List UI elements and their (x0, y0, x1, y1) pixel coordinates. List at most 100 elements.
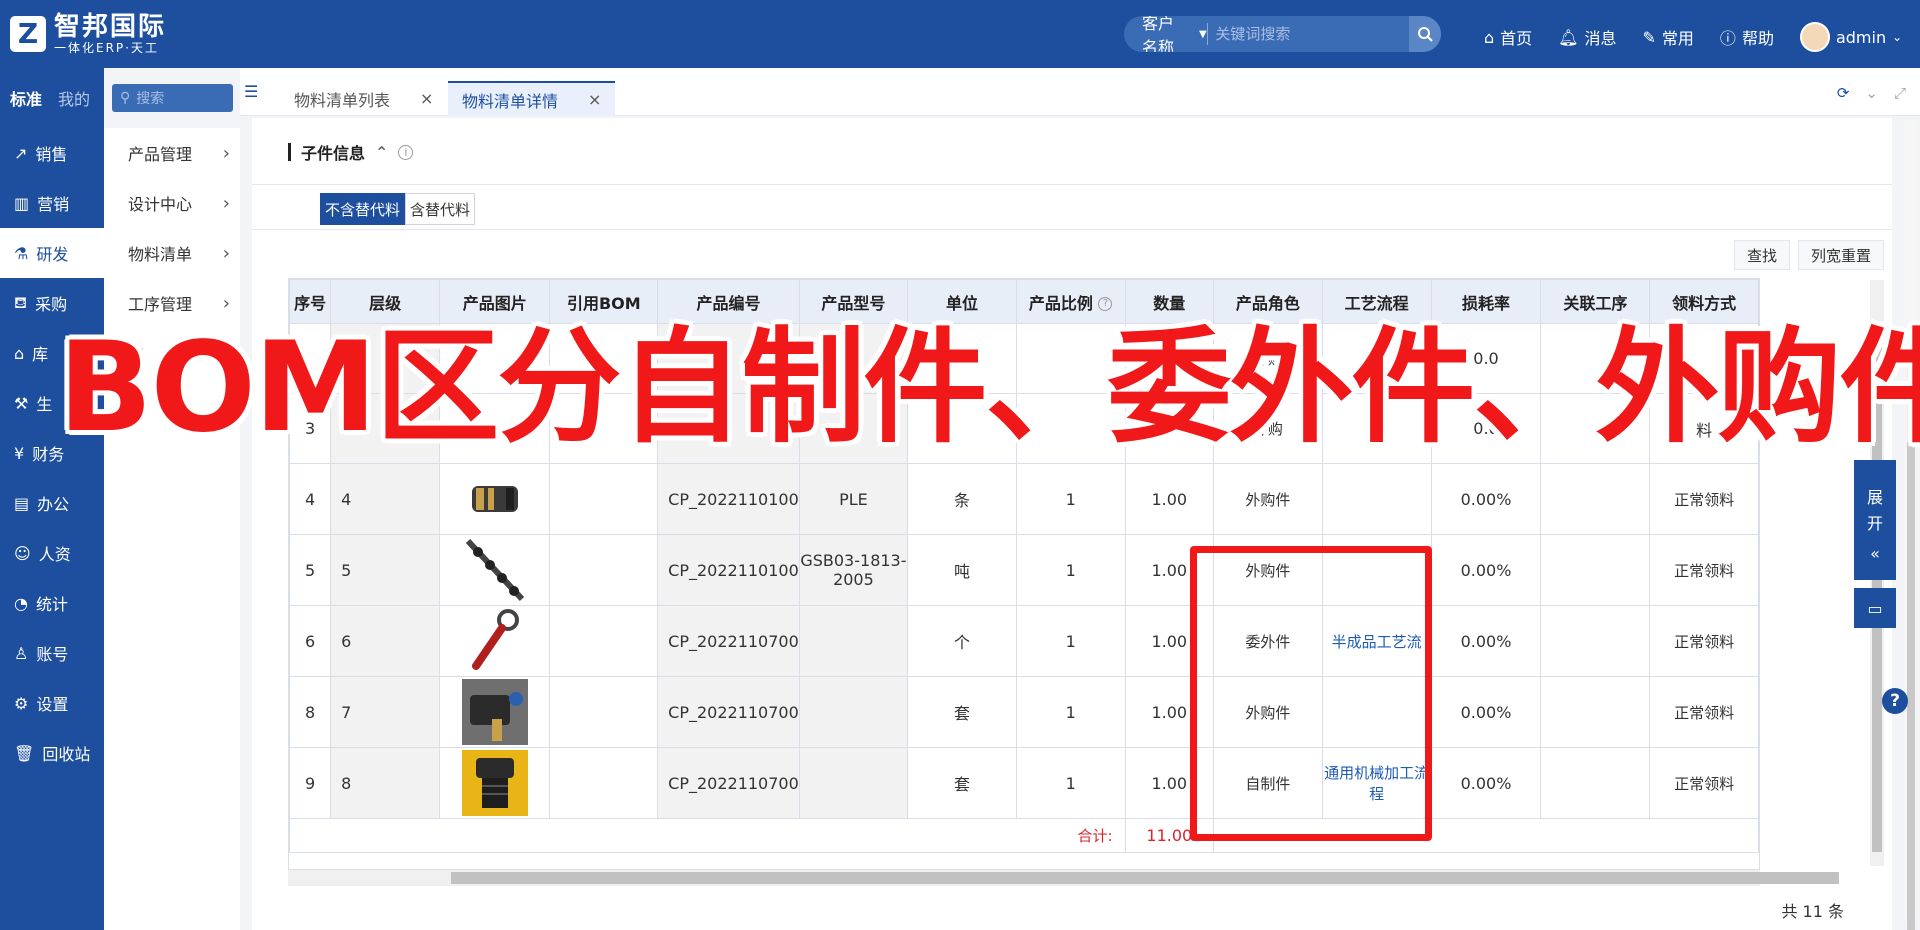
nav-home[interactable]: ⌂ 首页 (1484, 25, 1532, 49)
cell-link (1540, 463, 1651, 535)
table-row[interactable]: 5 5 CP_2022110100 GSB03-1813-2005 吨 1 1.00 外购件 0… (289, 534, 1759, 606)
find-button[interactable]: 查找 (1734, 240, 1791, 270)
pin-icon: ✎ (1642, 27, 1656, 47)
people-icon: ☺ (14, 543, 31, 563)
cell-ratio: 1 (1015, 463, 1126, 535)
flask-icon: ⚗ (14, 243, 29, 263)
chevron-down-icon: ⌄ (1892, 30, 1903, 44)
submenu-item-bom[interactable]: 物料清单 › (104, 228, 240, 278)
user-name: admin (1835, 27, 1887, 47)
product-image[interactable] (461, 750, 528, 816)
sidebar-item-9[interactable]: ◔ 统计 (0, 578, 104, 628)
cell-code: CP_2022110100 (657, 534, 800, 606)
submenu-item-product[interactable]: 产品管理 › (104, 128, 240, 178)
basket-icon: ⛾ (14, 292, 28, 312)
cell-pick: 正常领料 (1649, 605, 1759, 677)
table-row[interactable]: 4 4 CP_2022110100 PLE 条 1 1.00 外购件 0.00% 正常领料 (289, 463, 1759, 535)
tabs-bar: 物料清单列表 × 物料清单详情 × (240, 68, 1920, 116)
cell-seq: 9 (289, 747, 332, 819)
cell-code: CP_2022110700 (657, 676, 800, 748)
sidebar-item-2[interactable]: ⚗ 研发 (0, 228, 104, 278)
cell-unit: 吨 (907, 534, 1017, 606)
table-row[interactable]: 9 8 CP_2022110700 套 1 1.00 自制件 通用机械加工流程 0.00% 正常领… (289, 747, 1759, 819)
help-icon[interactable]: ? (1098, 297, 1113, 311)
nav-favorites[interactable]: ✎ 常用 (1643, 25, 1694, 49)
close-icon[interactable]: × (588, 90, 601, 109)
sidebar-item-12[interactable]: 🗑 回收站 (0, 728, 104, 778)
cell-loss: 0.00% (1430, 463, 1542, 535)
cell-model (798, 747, 909, 819)
search-scope-select[interactable]: 客户名称 ▼ (1124, 16, 1207, 52)
refresh-icon[interactable]: ⟳ (1837, 84, 1850, 102)
sidebar-item-1[interactable]: ▥ 营销 (0, 178, 104, 228)
sidebar-item-label: 回收站 (42, 745, 91, 764)
nav-messages[interactable]: 🔔︎ 消息 (1558, 25, 1616, 49)
sidebar: 标准 我的 ↗ 销售 ▥ 营销 ⚗ 研发 ⛾ 采购 ⌂ 库 ⚒ 生 ¥ 财务 ▤ 办公 ☺ 人资 ◔ 统计 ♙ 账号 ⚙ 设置… (0, 68, 104, 930)
product-image[interactable] (462, 537, 528, 603)
product-image[interactable] (462, 608, 528, 674)
sidebar-item-label: 账号 (36, 645, 69, 664)
chat-button[interactable]: ▭ (1854, 588, 1896, 628)
cell-img (439, 747, 551, 819)
info-icon[interactable]: i (398, 144, 414, 160)
tab-standard[interactable]: 标准 (10, 86, 42, 110)
help-float-button[interactable]: ? (1882, 688, 1908, 714)
sidebar-item-8[interactable]: ☺ 人资 (0, 528, 104, 578)
sidebar-item-10[interactable]: ♙ 账号 (0, 628, 104, 678)
tab-with-substitute[interactable]: 含替代料 (405, 193, 476, 225)
product-image[interactable] (462, 466, 528, 532)
top-nav: ⌂ 首页 🔔︎ 消息 ✎ 常用 ⓘ 帮助 admin ⌄ (1484, 22, 1902, 52)
logo-mark: Z (10, 16, 46, 52)
sidebar-search[interactable]: ⚲ 搜索 (112, 84, 233, 112)
cell-unit: 套 (907, 747, 1017, 819)
sidebar-item-label: 设置 (36, 695, 69, 714)
tab-no-substitute[interactable]: 不含替代料 (320, 193, 406, 225)
tab-mine[interactable]: 我的 (58, 86, 90, 110)
section-header: 子件信息 ⌃ i (288, 140, 414, 164)
search-input[interactable] (1207, 16, 1410, 52)
tab-bom-detail[interactable]: 物料清单详情 × (448, 81, 616, 116)
sidebar-item-label: 生 (36, 395, 53, 414)
logo[interactable]: Z 智邦国际 一体化ERP·天工 (10, 13, 166, 55)
avatar (1799, 22, 1830, 52)
chevron-down-icon[interactable]: ⌄ (1865, 84, 1878, 102)
page-vertical-scrollbar[interactable] (1904, 120, 1918, 930)
cell-seq: 8 (289, 676, 332, 748)
cell-model: PLE (798, 463, 909, 535)
production-icon: ⚒ (14, 393, 29, 413)
cell-ratio: 1 (1015, 534, 1126, 606)
logo-title: 智邦国际 (54, 12, 167, 42)
search-icon: ⚲ (120, 90, 131, 106)
search-scope-label: 客户名称 (1142, 16, 1175, 52)
cell-unit: 个 (907, 605, 1017, 677)
close-icon[interactable]: × (420, 89, 433, 108)
table-row[interactable]: 8 7 CP_2022110700 套 1 1.00 外购件 0.00% 正常领料 (289, 676, 1759, 748)
sidebar-item-0[interactable]: ↗ 销售 (0, 128, 104, 178)
expand-panel-button[interactable]: 展 开 « (1854, 460, 1896, 580)
cell-bom (549, 676, 659, 748)
reset-column-width-button[interactable]: 列宽重置 (1798, 240, 1885, 270)
cell-process (1321, 463, 1432, 535)
sidebar-item-7[interactable]: ▤ 办公 (0, 478, 104, 528)
submenu: 产品管理 › 设计中心 › 物料清单 › 工序管理 › 工 › (104, 128, 240, 930)
product-image[interactable] (461, 679, 528, 745)
table-row[interactable]: 6 6 CP_2022110700 个 1 1.00 委外件 半成品工艺流 0.00% 正常领料 (289, 605, 1759, 677)
cell-role: 外购件 (1213, 463, 1323, 535)
sidebar-item-11[interactable]: ⚙ 设置 (0, 678, 104, 728)
horizontal-scrollbar[interactable] (288, 870, 1839, 886)
user-menu[interactable]: admin ⌄ (1799, 22, 1903, 52)
fullscreen-icon[interactable]: ⤢ (1894, 84, 1906, 102)
menu-collapse-icon[interactable]: ☰ (244, 82, 258, 101)
submenu-item-design[interactable]: 设计中心 › (104, 178, 240, 228)
sidebar-item-label: 统计 (35, 595, 68, 614)
cell-link (1540, 747, 1651, 819)
nav-help[interactable]: ⓘ 帮助 (1720, 25, 1774, 49)
search-button[interactable] (1409, 16, 1441, 52)
tab-bom-list[interactable]: 物料清单列表 × (280, 81, 447, 116)
cell-unit: 套 (907, 676, 1017, 748)
cell-link (1540, 605, 1651, 677)
cell-model (798, 676, 909, 748)
bell-icon: 🔔︎ (1558, 27, 1579, 47)
chevron-up-icon[interactable]: ⌃ (375, 143, 388, 162)
home-icon: ⌂ (1484, 27, 1495, 47)
